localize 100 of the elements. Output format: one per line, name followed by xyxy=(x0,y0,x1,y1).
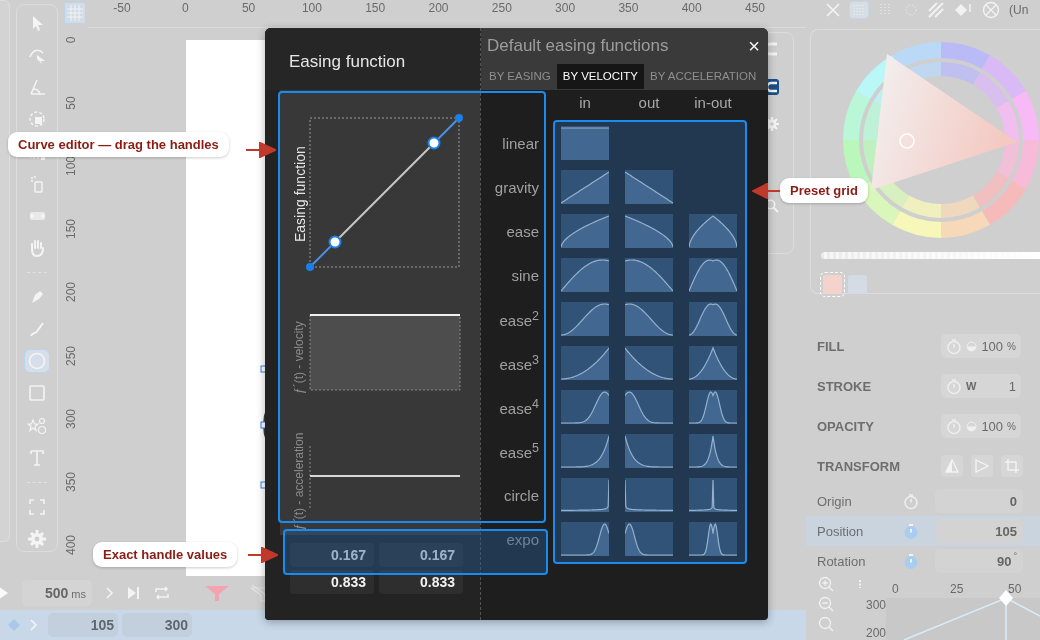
send-icon[interactable] xyxy=(971,455,993,477)
preset-thumbnail[interactable] xyxy=(689,214,737,248)
row-label: ease$^{4}$ xyxy=(498,397,540,417)
callout-tooltip: Curve editor — drag the handles xyxy=(8,132,229,157)
row-label: ease xyxy=(505,222,540,240)
ruler-label: 50 xyxy=(241,1,256,15)
tab[interactable]: BY EASING xyxy=(485,64,555,89)
column-header: out xyxy=(637,94,661,112)
preset-thumbnail[interactable] xyxy=(689,478,737,512)
row-label: linear xyxy=(501,134,540,152)
preset-thumbnail[interactable] xyxy=(625,170,673,204)
preset-thumbnail[interactable] xyxy=(625,346,673,380)
property-field[interactable]: 105 xyxy=(935,519,1023,543)
preset-thumbnail[interactable] xyxy=(625,478,673,512)
preset-thumbnail[interactable] xyxy=(625,434,673,468)
ruler-label: 350 xyxy=(618,1,639,15)
stopwatch-icon[interactable] xyxy=(903,522,919,540)
stopwatch-icon[interactable] xyxy=(903,492,919,510)
preset-thumbnail[interactable] xyxy=(561,258,609,292)
axis-title: ƒ˝(t) - acceleration xyxy=(292,432,306,530)
curve-handle[interactable] xyxy=(328,235,342,249)
stopwatch-icon[interactable] xyxy=(946,417,962,435)
opacity-field[interactable]: 100 % xyxy=(941,414,1021,438)
preset-thumbnail[interactable] xyxy=(561,478,609,512)
stopwatch-icon[interactable] xyxy=(903,552,919,570)
preset-thumbnail[interactable] xyxy=(561,346,609,380)
dot-grid-icon[interactable] xyxy=(849,0,869,19)
row-label: circle xyxy=(503,486,540,504)
preset-thumbnail[interactable] xyxy=(625,390,673,424)
column-header: in xyxy=(578,94,592,112)
preset-thumbnail[interactable] xyxy=(625,258,673,292)
curve-handle[interactable] xyxy=(427,136,441,150)
row-label: sine xyxy=(510,266,540,284)
chevron-icon[interactable] xyxy=(30,619,38,631)
grid-icon[interactable] xyxy=(64,2,86,24)
stopwatch-icon[interactable] xyxy=(946,337,962,355)
no-fill-icon[interactable] xyxy=(982,0,1000,19)
play-icon[interactable] xyxy=(0,586,8,600)
value-field[interactable]: 300 xyxy=(122,613,192,637)
axis-label: 25 xyxy=(950,582,964,596)
zoom-fit-icon[interactable] xyxy=(818,616,834,632)
axis-label: 0 xyxy=(892,582,899,596)
preset-thumbnail[interactable] xyxy=(625,522,673,556)
property-field[interactable]: 90° xyxy=(935,549,1023,573)
presets-title: Default easing functions xyxy=(487,36,670,56)
preset-thumbnail[interactable] xyxy=(689,302,737,336)
preset-thumbnail[interactable] xyxy=(689,390,737,424)
skip-end-icon[interactable] xyxy=(128,587,140,599)
opacity-field[interactable]: 100 % xyxy=(941,334,1021,358)
ruler-label: 200 xyxy=(64,282,78,303)
preset-thumbnail[interactable] xyxy=(625,302,673,336)
preset-thumbnail[interactable] xyxy=(689,434,737,468)
preset-thumbnail[interactable] xyxy=(561,390,609,424)
property-field[interactable]: 0 xyxy=(935,489,1023,513)
column-header: in-out xyxy=(693,94,733,112)
close-icon[interactable] xyxy=(826,2,840,17)
preset-thumbnail[interactable] xyxy=(561,522,609,556)
color-mode-label: (Un xyxy=(1009,2,1029,17)
handle-value-field[interactable]: 0.167 xyxy=(379,543,463,567)
handle-value-field[interactable]: 0.167 xyxy=(290,543,374,567)
crop-icon[interactable] xyxy=(1001,455,1023,477)
search-icon[interactable] xyxy=(765,199,779,213)
property-label: Origin xyxy=(817,493,853,509)
handle-value-field[interactable]: 0.833 xyxy=(290,570,374,594)
close-button[interactable]: × xyxy=(748,36,760,56)
property-row[interactable]: Rotation 90° xyxy=(806,546,1040,576)
duration-field[interactable]: 500 ms xyxy=(22,580,92,606)
preset-thumbnail[interactable] xyxy=(561,170,609,204)
chevron-icon[interactable] xyxy=(106,587,114,599)
stopwatch-icon[interactable] xyxy=(946,377,962,395)
ruler-label: 350 xyxy=(64,471,78,492)
preset-thumbnail[interactable] xyxy=(689,346,737,380)
ellipse-tool-icon[interactable] xyxy=(24,349,50,374)
hatch-icon[interactable] xyxy=(928,1,944,18)
preset-thumbnail[interactable] xyxy=(561,434,609,468)
row-label: ease$^{5}$ xyxy=(498,441,540,461)
handle-value-field[interactable]: 0.833 xyxy=(379,570,463,594)
axis-title: Easing function xyxy=(292,146,308,242)
preset-thumbnail[interactable] xyxy=(625,214,673,248)
paint-bucket-icon[interactable] xyxy=(953,1,973,18)
loop-icon[interactable] xyxy=(154,586,170,600)
fill-swatch[interactable] xyxy=(823,275,842,294)
value-field[interactable]: 105 xyxy=(48,613,118,637)
tab[interactable]: BY VELOCITY xyxy=(556,64,644,89)
property-row[interactable]: Origin 0 xyxy=(806,486,1040,516)
preset-thumbnail[interactable] xyxy=(561,302,609,336)
preset-thumbnail[interactable] xyxy=(689,258,737,292)
preset-thumbnail[interactable] xyxy=(689,522,737,556)
flip-icon[interactable] xyxy=(941,455,963,477)
ruler-label: 100 xyxy=(301,1,322,15)
filter-icon[interactable] xyxy=(204,584,230,602)
tab[interactable]: BY ACCELERATION xyxy=(646,64,761,89)
preset-thumbnail[interactable] xyxy=(561,126,609,160)
opacity-slider[interactable] xyxy=(821,252,1040,259)
property-row[interactable]: Position 105 xyxy=(806,516,1040,546)
diamond-icon[interactable] xyxy=(8,619,20,631)
width-field[interactable]: W 1 xyxy=(941,374,1021,398)
zoom-out-icon[interactable] xyxy=(818,596,834,612)
zoom-in-icon[interactable] xyxy=(818,576,834,592)
preset-thumbnail[interactable] xyxy=(561,214,609,248)
